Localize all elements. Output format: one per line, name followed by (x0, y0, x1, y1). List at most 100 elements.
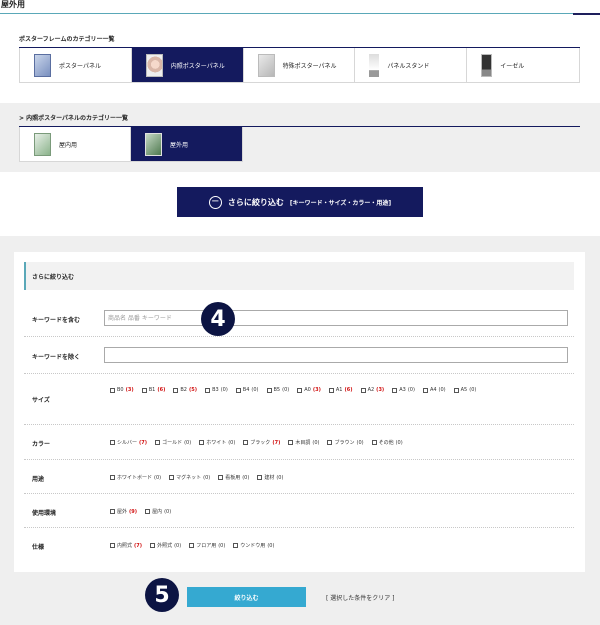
sub-category-item-indoor[interactable]: 屋内用 (20, 127, 131, 161)
size-option[interactable]: B2 (5) (173, 387, 197, 393)
checkbox[interactable] (392, 387, 398, 393)
size-option-count: (6) (157, 387, 166, 393)
size-option[interactable]: B0 (3) (110, 387, 134, 393)
size-option-count: (0) (251, 387, 259, 393)
submit-filter-button[interactable]: 絞り込む (187, 587, 306, 607)
checkbox[interactable] (218, 475, 224, 480)
usage-option-count: (0) (154, 474, 162, 481)
checkbox[interactable] (173, 387, 179, 393)
checkbox[interactable] (110, 475, 115, 480)
size-row: サイズ B0 (3) B1 (6) B2 (5) B3 (0) B4 (0) B5 (0) A0 (3) A… (24, 374, 574, 425)
category-item-panel-stand[interactable]: パネルスタンド (355, 48, 468, 82)
color-row: カラー シルバー (7) ゴールド (0) ホワイト (0) ブラック (7) 木目調 (0) ブラ… (24, 425, 574, 460)
usage-option[interactable]: 建材 (0) (257, 474, 283, 481)
checkbox[interactable] (189, 543, 195, 548)
color-options: シルバー (7) ゴールド (0) ホワイト (0) ブラック (7) 木目調 (0) ブラウン (0… (110, 439, 570, 446)
spec-options: 内照式 (7) 外照式 (0) フロア用 (0) ウンドウ用 (0) (110, 542, 570, 549)
checkbox[interactable] (328, 387, 334, 393)
category-item-easel[interactable]: イーゼル (467, 48, 579, 82)
size-option[interactable]: A5 (0) (453, 387, 476, 393)
poster-panel-thumb (34, 53, 51, 77)
checkbox[interactable] (243, 440, 249, 445)
size-option-label: B4 (242, 387, 250, 393)
size-option[interactable]: A0 (3) (297, 387, 321, 393)
spec-row: 仕様 内照式 (7) 外照式 (0) フロア用 (0) ウンドウ用 (0) (24, 528, 574, 562)
checkbox[interactable] (371, 440, 377, 445)
size-option[interactable]: A3 (0) (392, 387, 415, 393)
color-label: カラー (32, 441, 51, 448)
checkbox[interactable] (288, 440, 294, 445)
usage-option[interactable]: ホワイトボード (0) (110, 474, 161, 481)
color-option[interactable]: ゴールド (0) (155, 439, 191, 446)
category-item-lit-poster-panel[interactable]: 内照ポスターパネル (131, 48, 244, 82)
keyword-exclude-input[interactable] (104, 347, 568, 363)
color-option-label: ブラウン (334, 440, 355, 446)
spec-option[interactable]: 内照式 (7) (110, 542, 142, 549)
color-option[interactable]: ブラウン (0) (327, 439, 364, 446)
checkbox[interactable] (205, 387, 211, 393)
checkbox[interactable] (169, 475, 175, 480)
size-option[interactable]: B4 (0) (235, 387, 259, 393)
usage-option-label: ホワイトボード (117, 475, 153, 481)
clear-conditions-link[interactable]: [ 選択した条件をクリア ] (326, 593, 395, 602)
size-option[interactable]: B3 (0) (205, 387, 228, 393)
checkbox[interactable] (110, 509, 115, 514)
checkbox[interactable] (422, 387, 428, 393)
category-item-label: 内照ポスターパネル (170, 62, 225, 70)
color-option[interactable]: ホワイト (0) (199, 439, 235, 446)
size-option-count: (0) (282, 387, 290, 393)
checkbox[interactable] (110, 387, 115, 393)
checkbox[interactable] (327, 440, 333, 445)
color-option[interactable]: 木目調 (0) (288, 439, 319, 446)
environment-option[interactable]: 屋内 (0) (145, 508, 171, 515)
checkbox[interactable] (145, 509, 151, 514)
spec-option[interactable]: フロア用 (0) (189, 542, 225, 549)
checkbox[interactable] (360, 387, 366, 393)
checkbox[interactable] (235, 387, 241, 393)
sub-category-item-outdoor[interactable]: 屋外用 (131, 127, 242, 161)
size-option-label: B2 (180, 387, 187, 393)
color-option-count: (7) (272, 439, 281, 446)
size-option[interactable]: B1 (6) (141, 387, 166, 393)
size-option-count: (0) (407, 387, 415, 393)
checkbox[interactable] (150, 543, 156, 548)
checkbox[interactable] (297, 387, 303, 393)
size-option[interactable]: B5 (0) (266, 387, 290, 393)
size-option-label: B3 (212, 387, 219, 393)
size-option[interactable]: A1 (6) (328, 387, 353, 393)
checkbox[interactable] (199, 440, 205, 445)
checkbox[interactable] (110, 440, 115, 445)
usage-option-count: (0) (242, 474, 250, 481)
color-option-count: (0) (395, 439, 403, 446)
category-item-special-poster-panel[interactable]: 特殊ポスターパネル (243, 48, 356, 82)
keyword-include-input[interactable] (104, 310, 568, 326)
color-option-count: (0) (356, 439, 364, 446)
checkbox[interactable] (233, 543, 239, 548)
spec-option-count: (0) (267, 542, 275, 549)
size-option[interactable]: A2 (3) (360, 387, 384, 393)
checkbox[interactable] (453, 387, 459, 393)
checkbox[interactable] (155, 440, 161, 445)
checkbox[interactable] (110, 543, 115, 548)
spec-option[interactable]: 外照式 (0) (150, 542, 181, 549)
category-item-poster-panel[interactable]: ポスターパネル (20, 48, 132, 82)
size-option-count: (6) (344, 387, 353, 393)
spec-option[interactable]: ウンドウ用 (0) (233, 542, 274, 549)
refine-toggle-button[interactable]: − さらに絞り込む [キーワード・サイズ・カラー・用途] (177, 187, 423, 217)
keyword-exclude-row: キーワードを除く (24, 337, 574, 374)
color-option-label: ホワイト (206, 440, 227, 446)
checkbox[interactable] (266, 387, 272, 393)
checkbox[interactable] (257, 475, 263, 480)
keyword-include-label: キーワードを含む (32, 317, 81, 324)
usage-option[interactable]: 看板用 (0) (218, 474, 249, 481)
color-option[interactable]: その他 (0) (371, 439, 403, 446)
environment-option[interactable]: 屋外 (9) (110, 508, 137, 515)
usage-option[interactable]: マグネット (0) (169, 474, 210, 481)
spec-label: 仕様 (32, 544, 45, 551)
size-option[interactable]: A4 (0) (422, 387, 446, 393)
checkbox[interactable] (141, 387, 147, 393)
refine-button-label: さらに絞り込む (227, 197, 284, 207)
color-option[interactable]: シルバー (7) (110, 439, 147, 446)
spec-option-count: (0) (218, 542, 226, 549)
color-option[interactable]: ブラック (7) (243, 439, 280, 446)
